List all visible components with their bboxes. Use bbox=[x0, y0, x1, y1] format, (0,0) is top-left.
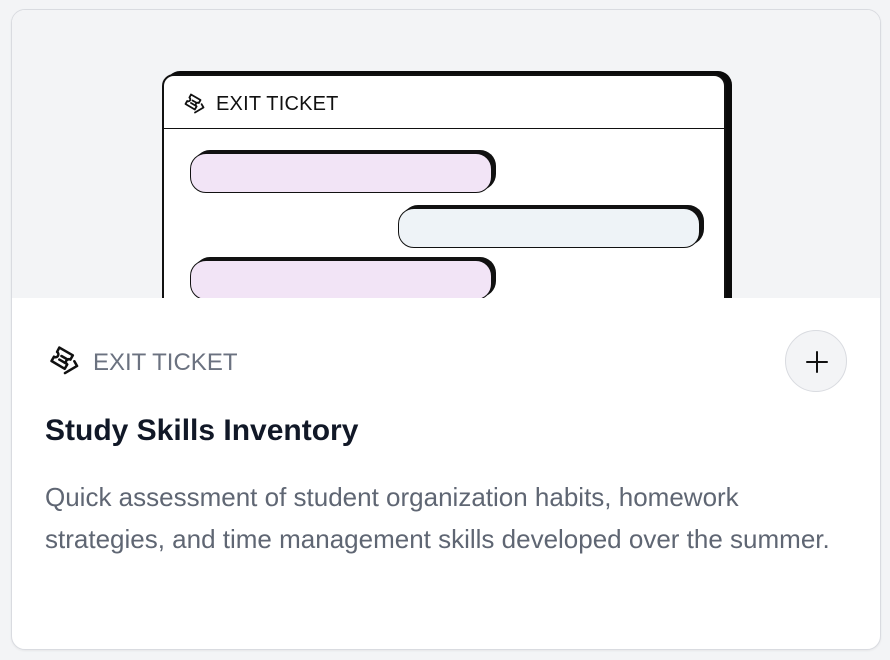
add-button[interactable] bbox=[785, 330, 847, 392]
preview-window: EXIT TICKET bbox=[162, 74, 726, 298]
card-description: Quick assessment of student organization… bbox=[45, 482, 830, 554]
message-bubble bbox=[190, 153, 492, 193]
preview-window-header: EXIT TICKET bbox=[164, 76, 724, 129]
ticket-icon bbox=[50, 346, 79, 375]
card-title: Study Skills Inventory bbox=[45, 414, 359, 447]
exit-ticket-card[interactable]: EXIT TICKET EXIT TICKET Study Skills Inv… bbox=[11, 9, 881, 650]
message-bubble bbox=[398, 208, 700, 248]
card-type-label: EXIT TICKET bbox=[93, 349, 238, 376]
message-bubble bbox=[190, 260, 492, 298]
ticket-icon bbox=[184, 93, 205, 114]
plus-icon bbox=[806, 351, 828, 373]
card-preview: EXIT TICKET bbox=[12, 10, 880, 298]
preview-window-title: EXIT TICKET bbox=[216, 93, 339, 115]
